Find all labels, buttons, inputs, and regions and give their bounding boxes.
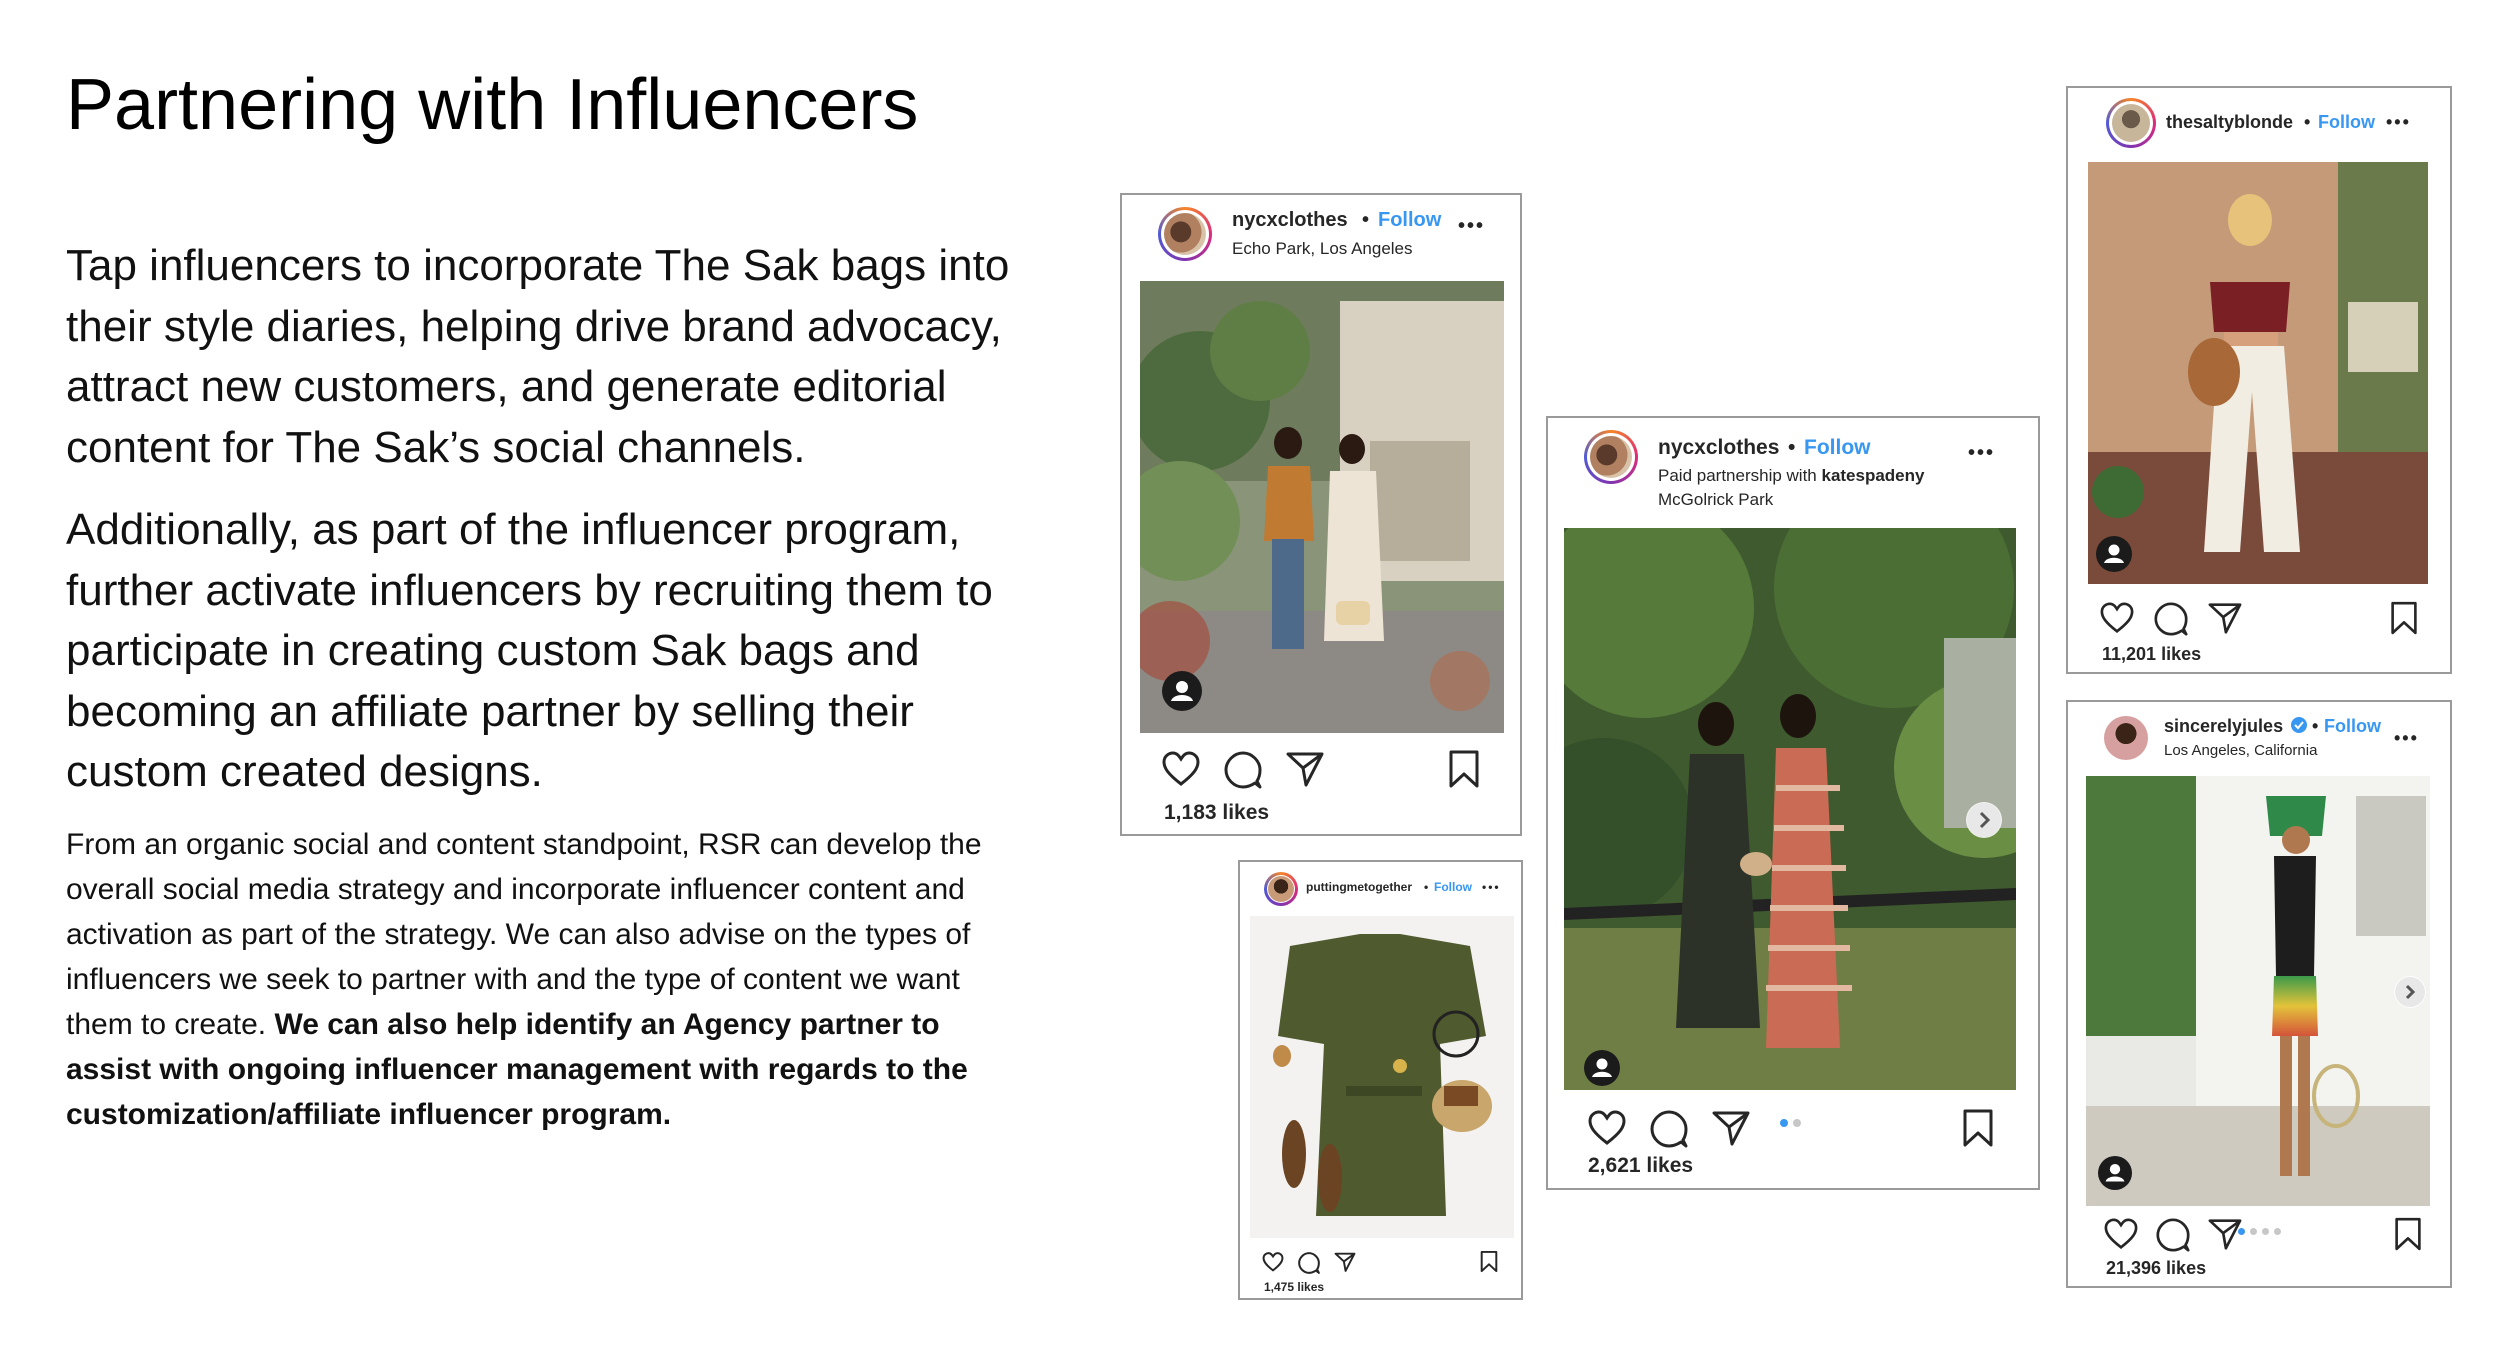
user-tag-icon[interactable]	[2098, 1156, 2132, 1190]
carousel-indicator	[2238, 1222, 2286, 1240]
avatar[interactable]	[1264, 872, 1298, 906]
post-location[interactable]: McGolrick Park	[1658, 490, 1773, 510]
post-photo[interactable]	[1140, 281, 1504, 733]
chevron-right-icon[interactable]	[1966, 802, 2002, 838]
share-icon[interactable]	[1712, 1110, 1750, 1146]
partner-name[interactable]: katespadeny	[1821, 466, 1924, 485]
more-icon[interactable]: •••	[1968, 442, 1995, 465]
follow-button[interactable]: Follow	[1434, 880, 1472, 894]
post-photo[interactable]	[1250, 916, 1514, 1238]
instagram-post-1: nycxclothes • Follow Echo Park, Los Ange…	[1120, 193, 1522, 836]
likes-count[interactable]: 1,475 likes	[1264, 1280, 1324, 1294]
separator-dot: •	[1424, 880, 1429, 894]
comment-icon[interactable]	[2156, 1218, 2190, 1252]
post-username[interactable]: sincerelyjules	[2164, 716, 2283, 737]
post-photo[interactable]	[2088, 162, 2428, 584]
comment-icon[interactable]	[1224, 751, 1262, 789]
avatar[interactable]	[2106, 98, 2156, 148]
separator-dot: •	[2304, 112, 2311, 132]
heart-icon[interactable]	[1162, 751, 1200, 787]
user-tag-icon[interactable]	[2096, 536, 2132, 572]
instagram-post-2: puttingmetogether • Follow ••• 1,475 lik…	[1238, 860, 1523, 1300]
comment-icon[interactable]	[1650, 1110, 1688, 1148]
user-tag-icon[interactable]	[1584, 1050, 1620, 1086]
follow-button[interactable]: Follow	[2324, 716, 2381, 737]
follow-button[interactable]: Follow	[1378, 209, 1441, 232]
body-paragraph: From an organic social and content stand…	[66, 822, 996, 1137]
bookmark-icon[interactable]	[1448, 749, 1480, 789]
likes-count[interactable]: 11,201 likes	[2102, 644, 2201, 665]
instagram-post-5: sincerelyjules • Follow ••• Los Angeles,…	[2066, 700, 2452, 1288]
bookmark-icon[interactable]	[1962, 1108, 1994, 1148]
separator-dot: •	[2312, 716, 2319, 736]
heart-icon[interactable]	[2100, 602, 2134, 634]
separator-dot: •	[1788, 436, 1796, 459]
heart-icon[interactable]	[2104, 1218, 2138, 1250]
heart-icon[interactable]	[1588, 1110, 1626, 1146]
lead-paragraph-1: Tap influencers to incorporate The Sak b…	[66, 241, 1010, 472]
likes-count[interactable]: 2,621 likes	[1588, 1154, 1693, 1178]
instagram-post-4: thesaltyblonde • Follow ••• 11,201 likes	[2066, 86, 2452, 674]
user-tag-icon[interactable]	[1162, 671, 1202, 711]
separator-dot: •	[1362, 209, 1370, 231]
share-icon[interactable]	[2208, 1218, 2242, 1250]
more-icon[interactable]: •••	[2394, 728, 2419, 749]
share-icon[interactable]	[2208, 602, 2242, 634]
avatar[interactable]	[2104, 716, 2148, 760]
bookmark-icon[interactable]	[2390, 600, 2418, 636]
heart-icon[interactable]	[1262, 1252, 1284, 1272]
share-icon[interactable]	[1286, 751, 1324, 787]
avatar[interactable]	[1584, 430, 1638, 484]
post-username[interactable]: nycxclothes	[1232, 209, 1348, 232]
bookmark-icon[interactable]	[1480, 1250, 1498, 1273]
share-icon[interactable]	[1334, 1252, 1356, 1272]
post-location[interactable]: Los Angeles, California	[2164, 742, 2317, 759]
more-icon[interactable]: •••	[1482, 880, 1501, 894]
avatar[interactable]	[1158, 207, 1212, 261]
post-username[interactable]: nycxclothes	[1658, 436, 1779, 460]
chevron-right-icon[interactable]	[2394, 976, 2426, 1008]
post-photo[interactable]	[2086, 776, 2430, 1206]
follow-button[interactable]: Follow	[1804, 436, 1871, 460]
more-icon[interactable]: •••	[2386, 112, 2411, 133]
follow-button[interactable]: Follow	[2318, 112, 2375, 133]
verified-icon	[2291, 717, 2307, 733]
likes-count[interactable]: 1,183 likes	[1164, 801, 1269, 825]
post-location[interactable]: Echo Park, Los Angeles	[1232, 239, 1413, 259]
carousel-indicator	[1780, 1114, 1806, 1132]
bookmark-icon[interactable]	[2394, 1216, 2422, 1252]
more-icon[interactable]: •••	[1458, 215, 1485, 238]
comment-icon[interactable]	[2154, 602, 2188, 636]
slide-title: Partnering with Influencers	[66, 65, 919, 145]
partnership-prefix: Paid partnership with	[1658, 466, 1822, 485]
post-username[interactable]: thesaltyblonde	[2166, 112, 2293, 133]
instagram-post-3: nycxclothes • Follow Paid partnership wi…	[1546, 416, 2040, 1190]
likes-count[interactable]: 21,396 likes	[2106, 1258, 2206, 1279]
comment-icon[interactable]	[1298, 1252, 1320, 1274]
partnership-label[interactable]: Paid partnership with katespadeny	[1658, 466, 1924, 486]
post-photo[interactable]	[1564, 528, 2016, 1090]
post-username[interactable]: puttingmetogether	[1306, 880, 1412, 894]
lead-paragraph-2: Additionally, as part of the influencer …	[66, 505, 993, 796]
